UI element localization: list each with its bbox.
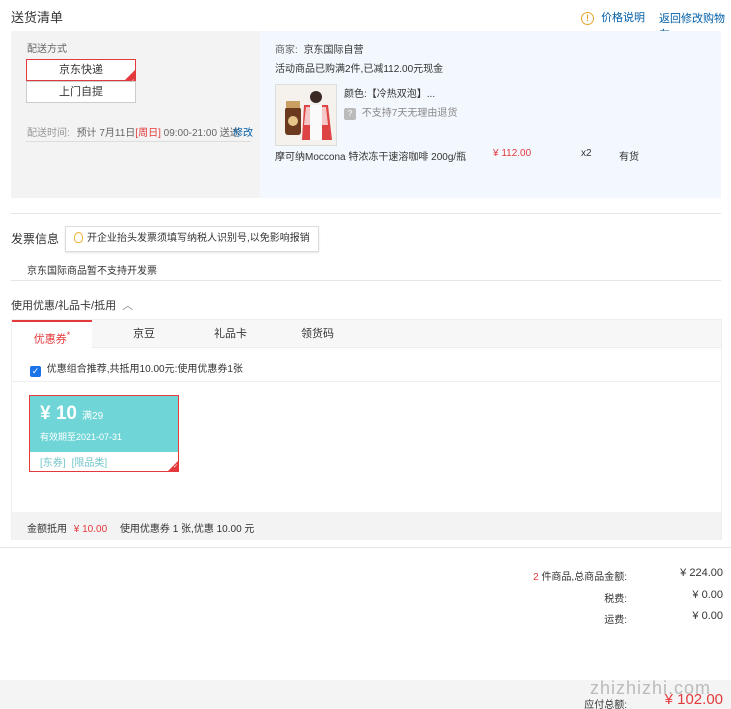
- delivery-date: 预计 7月11日: [76, 128, 136, 139]
- delivery-range: 09:00-21:00 送达: [163, 128, 240, 139]
- coupon-validity: 有效期至2021-07-31: [40, 432, 123, 442]
- coupon-tags: [东券] [限品类]: [40, 454, 107, 469]
- watermark: zhizhizhi.com: [590, 678, 712, 698]
- discount-toggle[interactable]: 使用优惠/礼品卡/抵用 ︿: [11, 297, 133, 313]
- price-info-label: 价格说明: [601, 12, 646, 24]
- tab-mark: *: [66, 330, 71, 340]
- invoice-tip-text: 开企业抬头发票须填写纳税人识别号,以免影响报销: [87, 233, 310, 244]
- selected-check-icon: [125, 70, 135, 92]
- tab-coupon-label: 优惠券: [33, 333, 67, 346]
- tab-coupon[interactable]: 优惠券*: [12, 320, 92, 348]
- product-qty: x2: [581, 148, 592, 159]
- divider: [0, 547, 731, 548]
- recommend-text: 优惠组合推荐,共抵用10.00元:使用优惠券1张: [46, 364, 243, 375]
- modify-time-link[interactable]: 修改: [233, 124, 253, 139]
- discount-title: 使用优惠/礼品卡/抵用: [11, 300, 117, 312]
- product-stock: 有货: [619, 152, 639, 163]
- goods-total: ¥ 224.00: [680, 567, 723, 579]
- price-info-link[interactable]: ! 价格说明: [581, 9, 645, 25]
- delivery-time: 配送时间: 预计 7月11日[周日] 09:00-21:00 送达: [27, 124, 240, 139]
- warning-icon: !: [581, 12, 594, 25]
- chevron-up-icon: ︿: [122, 300, 134, 312]
- shipping-panel: 配送方式 京东快递 上门自提 配送时间: 预计 7月11日[周日] 09:00-…: [11, 31, 260, 198]
- discount-tabs: 优惠券* 京豆 礼品卡 领货码: [12, 320, 721, 348]
- discount-total-desc: 使用优惠券 1 张,优惠 10.00 元: [119, 524, 255, 535]
- option-self-pickup-label: 上门自提: [59, 86, 103, 98]
- coupon-tag: [东券]: [40, 458, 66, 469]
- recommend-combo[interactable]: ✓ 优惠组合推荐,共抵用10.00元:使用优惠券1张: [30, 360, 243, 377]
- invoice-note: 京东国际商品暂不支持开发票: [27, 266, 157, 277]
- coupon-card[interactable]: ¥ 10 满29 有效期至2021-07-31 [东券] [限品类]: [29, 395, 179, 472]
- coupon-top: ¥ 10 满29 有效期至2021-07-31: [30, 396, 178, 452]
- discount-total-value: ¥ 10.00: [73, 524, 108, 535]
- freight-value: ¥ 0.00: [692, 610, 723, 622]
- product-name[interactable]: 摩可纳Moccona 特浓冻干速溶咖啡 200g/瓶: [275, 148, 466, 163]
- divider: [11, 280, 721, 281]
- product-image-icon: [276, 85, 336, 145]
- option-self-pickup[interactable]: 上门自提: [26, 81, 136, 103]
- divider: [26, 141, 251, 142]
- goods-count-row: 2 件商品,总商品金额:: [533, 568, 627, 583]
- freight-label: 运费:: [604, 615, 627, 626]
- page-title: 送货清单: [11, 10, 64, 25]
- invoice-title: 发票信息: [11, 232, 60, 246]
- return-policy-text: 不支持7天无理由退货: [361, 108, 458, 119]
- seller-info: 商家: 京东国际自营: [275, 41, 364, 56]
- discount-panel: 优惠券* 京豆 礼品卡 领货码 ✓ 优惠组合推荐,共抵用10.00元:使用优惠券…: [11, 319, 722, 540]
- delivery-time-label: 配送时间:: [27, 128, 70, 139]
- discount-total-label: 金额抵用: [27, 524, 67, 535]
- divider: [12, 381, 721, 382]
- tab-pickup-code[interactable]: 领货码: [301, 320, 334, 348]
- coupon-amount: ¥ 10: [40, 403, 77, 424]
- return-policy: ? 不支持7天无理由退货: [344, 104, 457, 120]
- product-price: ¥ 112.00: [493, 148, 532, 159]
- tab-gift-card[interactable]: 礼品卡: [214, 320, 247, 348]
- tax-label: 税费:: [604, 594, 627, 605]
- divider: [11, 213, 721, 214]
- seller-panel: 商家: 京东国际自营 活动商品已购满2件,已减112.00元现金 颜色:【冷热双…: [260, 31, 721, 198]
- coupon-condition: 满29: [82, 411, 104, 422]
- selected-check-icon: [168, 461, 178, 471]
- discount-total: 金额抵用 ¥ 10.00 使用优惠券 1 张,优惠 10.00 元: [27, 520, 254, 535]
- product-thumbnail[interactable]: [275, 84, 337, 146]
- no-return-icon: ?: [344, 108, 356, 120]
- option-jd-express[interactable]: 京东快递: [26, 59, 136, 92]
- seller-name: 京东国际自营: [303, 45, 364, 56]
- shipping-method-label: 配送方式: [27, 44, 67, 55]
- promo-text: 活动商品已购满2件,已减112.00元现金: [275, 64, 444, 75]
- discount-total-bar: 金额抵用 ¥ 10.00 使用优惠券 1 张,优惠 10.00 元: [12, 512, 721, 540]
- product-color: 颜色:【冷热双泡】...: [344, 89, 436, 100]
- delivery-day: [周日]: [135, 128, 161, 139]
- coupon-tag: [限品类]: [71, 458, 108, 469]
- checkbox-checked-icon[interactable]: ✓: [30, 366, 41, 377]
- invoice-tip: 开企业抬头发票须填写纳税人识别号,以免影响报销: [65, 226, 319, 252]
- tab-jd-beans[interactable]: 京豆: [133, 320, 155, 348]
- coupon-value: ¥ 10 满29: [40, 403, 103, 425]
- option-jd-express-label: 京东快递: [59, 64, 103, 76]
- goods-count: 2: [533, 572, 539, 583]
- lightbulb-icon: [74, 232, 83, 243]
- seller-label: 商家:: [275, 45, 298, 56]
- goods-count-label: 件商品,总商品金额:: [541, 572, 627, 583]
- tax-value: ¥ 0.00: [692, 589, 723, 601]
